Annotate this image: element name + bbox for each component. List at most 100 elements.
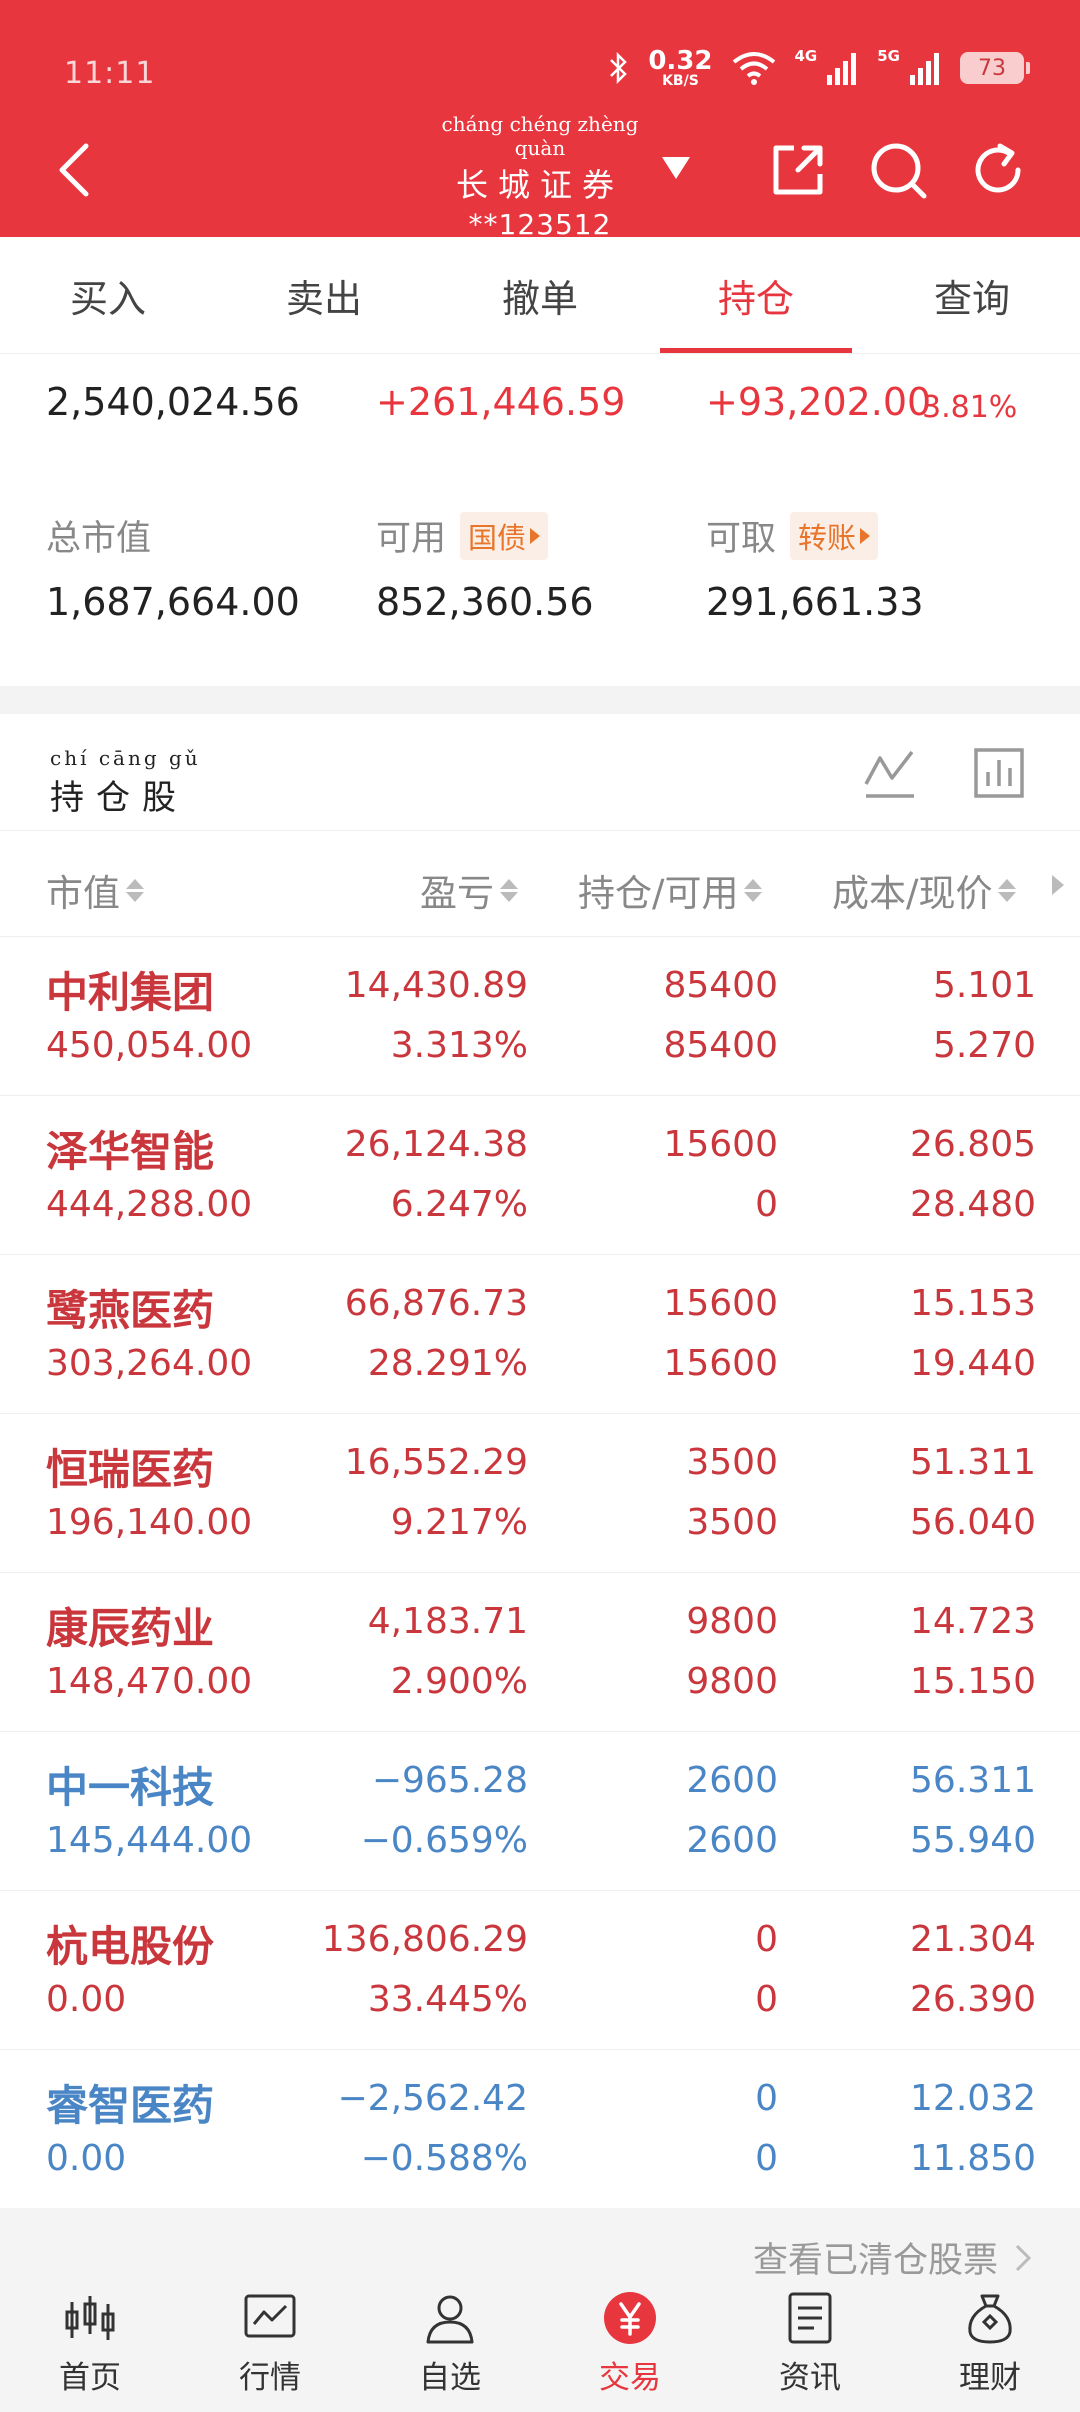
stock-holding-qty: 15600 [663, 1124, 778, 1165]
stock-price: 26.390 [910, 1979, 1036, 2020]
nav-trade[interactable]: 交易 [540, 2280, 720, 2412]
broker-pinyin: cháng chéng zhèng quàn [441, 112, 639, 160]
stock-name: 泽华智能 [46, 1127, 215, 1176]
holding-row[interactable]: 鹭燕医药 303,264.00 66,876.73 28.291% 15600 … [0, 1255, 1080, 1414]
stock-price: 15.150 [910, 1661, 1036, 1702]
back-arrow-icon[interactable] [48, 140, 108, 200]
stock-available-qty: 85400 [663, 1025, 778, 1066]
dropdown-triangle-icon[interactable] [660, 155, 692, 181]
stock-profit-loss: 66,876.73 [344, 1283, 528, 1324]
available-funds: 852,360.56 [376, 580, 594, 624]
search-icon[interactable] [866, 138, 930, 202]
col-hold-available[interactable]: 持仓/可用 [578, 863, 763, 917]
stock-price: 28.480 [910, 1184, 1036, 1225]
nav-wealth[interactable]: 理财 [900, 2280, 1080, 2412]
stock-market-value: 303,264.00 [46, 1343, 253, 1384]
market-value-label: 总市值 [46, 519, 152, 559]
sort-icon [998, 878, 1017, 902]
stock-cost: 12.032 [910, 2078, 1036, 2119]
holding-row[interactable]: 中利集团 450,054.00 14,430.89 3.313% 85400 8… [0, 937, 1080, 1096]
chevron-right-icon [1015, 2244, 1032, 2271]
stock-cost: 5.101 [932, 965, 1036, 1006]
tab-query[interactable]: 查询 [864, 237, 1080, 353]
holding-row[interactable]: 睿智医药 0.00 −2,562.42 −0.588% 0 0 12.032 1… [0, 2050, 1080, 2209]
signal-icon [827, 53, 857, 85]
user-icon [426, 2295, 474, 2344]
stock-holding-qty: 3500 [686, 1442, 778, 1483]
stock-price: 55.940 [910, 1820, 1036, 1861]
bar-chart-icon[interactable] [972, 744, 1028, 800]
stock-profit-loss: 4,183.71 [367, 1601, 528, 1642]
nav-news[interactable]: 资讯 [720, 2280, 900, 2412]
stock-price: 5.270 [932, 1025, 1036, 1066]
stock-holding-qty: 0 [755, 1919, 778, 1960]
bluetooth-icon [610, 51, 628, 85]
stock-profit-loss-pct: −0.588% [360, 2138, 528, 2179]
stock-name: 康辰药业 [46, 1604, 215, 1653]
money-bag-icon [968, 2294, 1012, 2344]
stock-profit-loss-pct: 28.291% [367, 1343, 528, 1384]
tab-positions[interactable]: 持仓 [648, 237, 864, 353]
stock-cost: 21.304 [910, 1919, 1036, 1960]
battery-icon: 73 [960, 52, 1030, 84]
stock-profit-loss: −2,562.42 [337, 2078, 528, 2119]
tab-buy[interactable]: 买入 [0, 237, 216, 353]
stock-holding-qty: 85400 [663, 965, 778, 1006]
tab-sell[interactable]: 卖出 [216, 237, 432, 353]
share-icon[interactable] [766, 138, 830, 202]
stock-available-qty: 2600 [686, 1820, 778, 1861]
stock-market-value: 0.00 [46, 1979, 127, 2020]
nav-market[interactable]: 行情 [180, 2280, 360, 2412]
stock-profit-loss-pct: 6.247% [390, 1184, 528, 1225]
refresh-icon[interactable] [966, 138, 1030, 202]
total-assets: 2,540,024.56 [46, 380, 300, 424]
holding-row[interactable]: 中一科技 145,444.00 −965.28 −0.659% 2600 260… [0, 1732, 1080, 1891]
stock-price: 56.040 [910, 1502, 1036, 1543]
col-market-value[interactable]: 市值 [46, 863, 144, 917]
sort-icon [126, 878, 144, 902]
holding-row[interactable]: 康辰药业 148,470.00 4,183.71 2.900% 9800 980… [0, 1573, 1080, 1732]
total-profit: +261,446.59 [376, 380, 626, 424]
stock-market-value: 450,054.00 [46, 1025, 253, 1066]
stock-market-value: 0.00 [46, 2138, 127, 2179]
holding-row[interactable]: 恒瑞医药 196,140.00 16,552.29 9.217% 3500 35… [0, 1414, 1080, 1573]
col-cost-price[interactable]: 成本/现价 [832, 863, 1017, 917]
treasury-bond-chip[interactable]: 国债 [460, 511, 549, 560]
signal-type-1: 4G [794, 47, 818, 65]
stock-profit-loss: 136,806.29 [321, 1919, 528, 1960]
stock-profit-loss-pct: −0.659% [360, 1820, 528, 1861]
stock-market-value: 148,470.00 [46, 1661, 253, 1702]
broker-selector[interactable]: cháng chéng zhèng quàn 长城证券 **123512 [420, 112, 660, 241]
stock-cost: 51.311 [910, 1442, 1036, 1483]
broker-name: 长城证券 [455, 166, 624, 204]
stock-cost: 15.153 [910, 1283, 1036, 1324]
stock-profit-loss: −965.28 [371, 1760, 528, 1801]
stock-available-qty: 0 [755, 1184, 778, 1225]
stock-cost: 56.311 [910, 1760, 1036, 1801]
col-profit-loss[interactable]: 盈亏 [420, 863, 518, 917]
view-cleared-stocks-link[interactable]: 查看已清仓股票 [753, 2232, 1032, 2283]
holding-row[interactable]: 杭电股份 0.00 136,806.29 33.445% 0 0 21.304 … [0, 1891, 1080, 2050]
holdings-list: 中利集团 450,054.00 14,430.89 3.313% 85400 8… [0, 937, 1080, 2209]
transfer-chip[interactable]: 转账 [790, 511, 879, 560]
yuan-coin-icon [604, 2292, 656, 2344]
stock-name: 中一科技 [46, 1763, 215, 1812]
section-divider [0, 686, 1080, 714]
line-chart-icon[interactable] [862, 744, 918, 800]
nav-watchlist[interactable]: 自选 [360, 2280, 540, 2412]
nav-home[interactable]: 首页 [0, 2280, 180, 2412]
trade-tabs: 买入 卖出 撤单 持仓 查询 [0, 237, 1080, 354]
tab-cancel[interactable]: 撤单 [432, 237, 648, 353]
stock-price: 11.850 [910, 2138, 1036, 2179]
available-label: 可用 国债 [376, 510, 549, 561]
signal-icon-2 [910, 53, 939, 85]
holding-row[interactable]: 泽华智能 444,288.00 26,124.38 6.247% 15600 0… [0, 1096, 1080, 1255]
signal-type-2: 5G [877, 47, 900, 65]
holdings-title: chí cāng gǔ 持仓股 [50, 746, 201, 818]
stock-profit-loss-pct: 9.217% [390, 1502, 528, 1543]
sort-icon [744, 878, 763, 902]
stock-available-qty: 15600 [663, 1343, 778, 1384]
more-columns-icon[interactable] [1052, 875, 1064, 895]
status-time: 11:11 [64, 56, 156, 91]
stock-market-value: 145,444.00 [46, 1820, 253, 1861]
